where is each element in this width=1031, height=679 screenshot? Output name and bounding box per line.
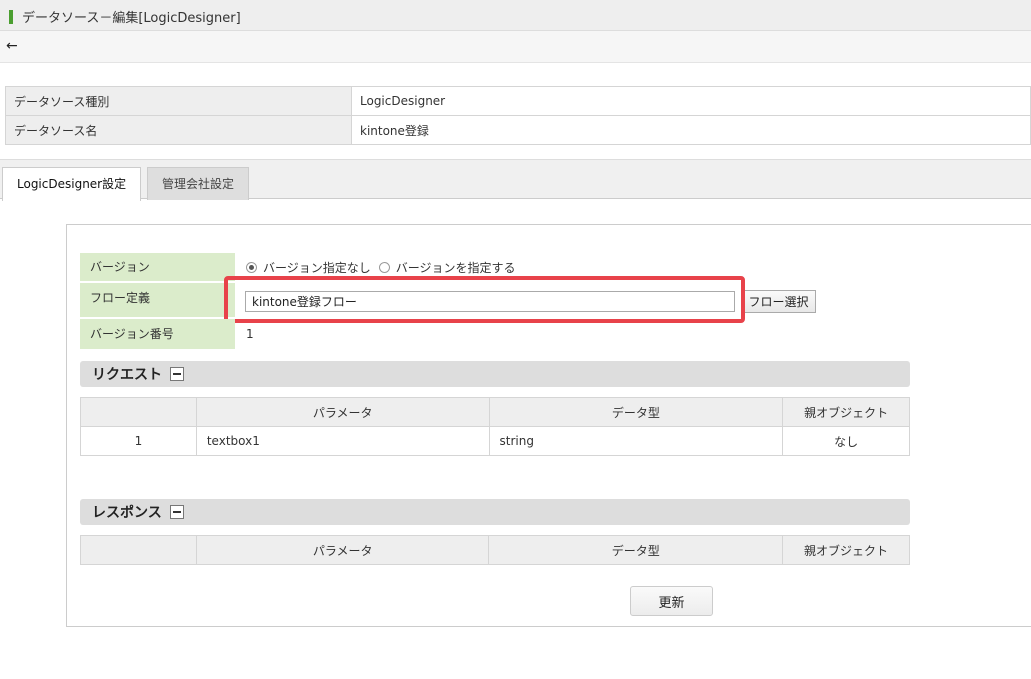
table-row: 1 textbox1 string なし bbox=[80, 426, 910, 456]
version-number-label: バージョン番号 bbox=[80, 319, 235, 349]
column-header-parent-object: 親オブジェクト bbox=[782, 535, 910, 565]
tab-logicdesigner-settings[interactable]: LogicDesigner設定 bbox=[2, 167, 142, 201]
back-arrow-icon[interactable]: ← bbox=[6, 38, 18, 54]
column-header-index bbox=[80, 535, 197, 565]
column-header-parameter: パラメータ bbox=[195, 397, 490, 427]
flow-select-button[interactable]: フロー選択 bbox=[741, 290, 816, 313]
collapse-response-icon[interactable] bbox=[170, 505, 184, 519]
request-table: パラメータ データ型 親オブジェクト 1 textbox1 string なし bbox=[80, 397, 910, 456]
column-header-datatype: データ型 bbox=[488, 535, 784, 565]
version-radio-group: バージョン指定なし バージョンを指定する bbox=[246, 259, 524, 276]
version-label: バージョン bbox=[80, 253, 235, 281]
request-section-header: リクエスト bbox=[80, 361, 910, 387]
info-value: kintone登録 bbox=[351, 115, 1031, 145]
collapse-request-icon[interactable] bbox=[170, 367, 184, 381]
title-marker bbox=[9, 10, 13, 24]
request-section-title: リクエスト bbox=[92, 367, 162, 383]
info-label: データソース種別 bbox=[5, 86, 352, 116]
datasource-info-table: データソース種別 LogicDesigner データソース名 kintone登録 bbox=[5, 86, 1031, 145]
title-bar: データソース－編集[LogicDesigner] bbox=[0, 0, 1031, 31]
radio-specify-version[interactable] bbox=[378, 262, 390, 273]
radio-label-specify-version[interactable]: バージョンを指定する bbox=[396, 259, 516, 276]
info-row-name: データソース名 kintone登録 bbox=[5, 115, 1031, 145]
cell-parent-object: なし bbox=[782, 426, 910, 456]
info-row-type: データソース種別 LogicDesigner bbox=[5, 86, 1031, 116]
column-header-parent-object: 親オブジェクト bbox=[782, 397, 910, 427]
update-button[interactable]: 更新 bbox=[630, 586, 713, 616]
cell-parameter: textbox1 bbox=[195, 426, 490, 456]
radio-label-no-version[interactable]: バージョン指定なし bbox=[263, 259, 371, 276]
cell-index: 1 bbox=[80, 426, 197, 456]
column-header-index bbox=[80, 397, 197, 427]
response-section-header: レスポンス bbox=[80, 499, 910, 525]
radio-no-version[interactable] bbox=[246, 262, 257, 273]
response-header-row: パラメータ データ型 親オブジェクト bbox=[80, 535, 910, 565]
cell-datatype: string bbox=[488, 426, 784, 456]
version-number-value: 1 bbox=[246, 327, 254, 341]
response-table: パラメータ データ型 親オブジェクト bbox=[80, 535, 910, 565]
request-header-row: パラメータ データ型 親オブジェクト bbox=[80, 397, 910, 427]
flow-definition-input[interactable] bbox=[245, 291, 735, 312]
tab-bar: LogicDesigner設定 管理会社設定 bbox=[0, 159, 1031, 201]
toolbar: ← bbox=[0, 31, 1031, 63]
info-value: LogicDesigner bbox=[351, 86, 1031, 116]
tab-management-company-settings[interactable]: 管理会社設定 bbox=[147, 167, 250, 200]
info-label: データソース名 bbox=[5, 115, 352, 145]
page-title: データソース－編集[LogicDesigner] bbox=[22, 11, 241, 26]
column-header-datatype: データ型 bbox=[488, 397, 784, 427]
flow-definition-label: フロー定義 bbox=[80, 283, 235, 317]
column-header-parameter: パラメータ bbox=[195, 535, 490, 565]
response-section-title: レスポンス bbox=[92, 505, 162, 521]
